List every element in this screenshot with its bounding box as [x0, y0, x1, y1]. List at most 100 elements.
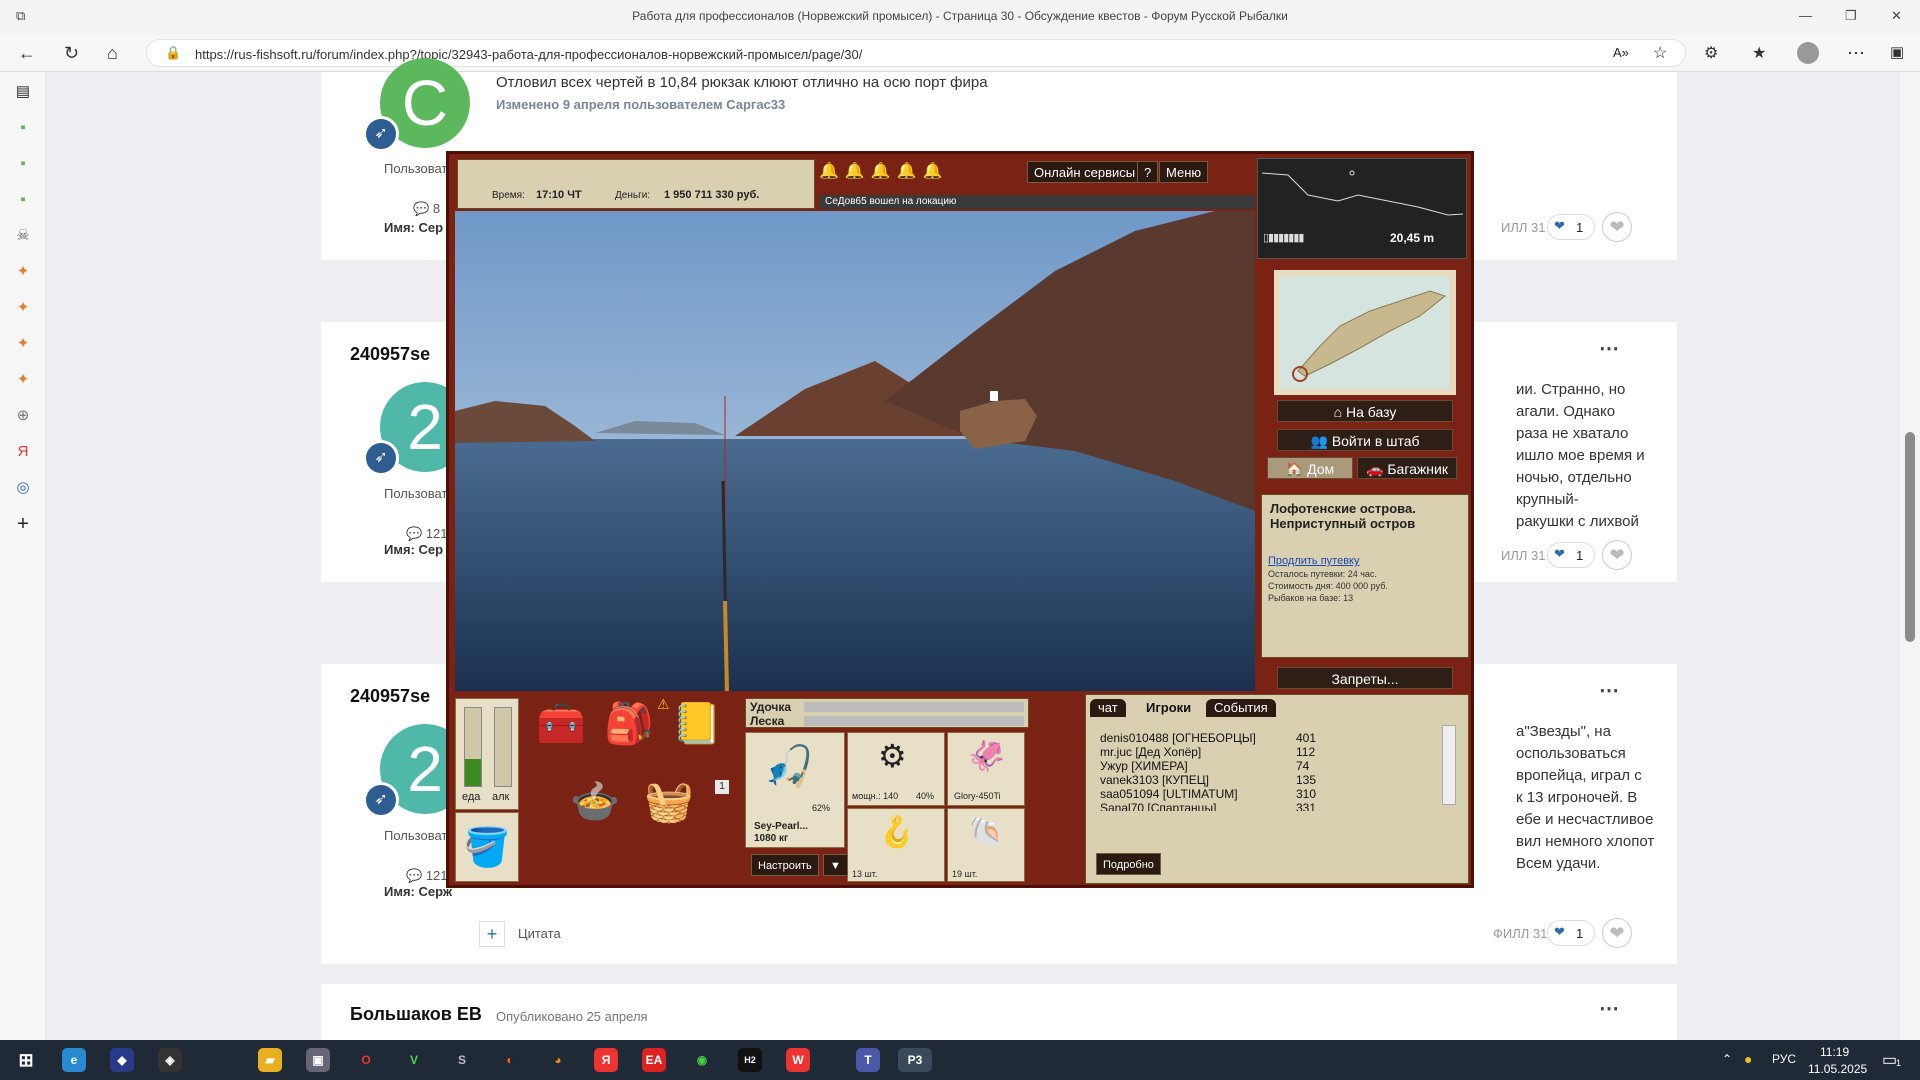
fish-icon-1[interactable]: ✦: [13, 262, 33, 282]
extensions-icon[interactable]: ⚙: [1704, 43, 1718, 63]
app-icon-8[interactable]: W: [786, 1048, 810, 1072]
app-icon-skull[interactable]: ☠: [13, 226, 33, 246]
tabs-icon[interactable]: ▤: [13, 82, 33, 102]
post-author[interactable]: 240957se: [350, 344, 430, 365]
setup-button[interactable]: Настроить: [751, 854, 819, 876]
post-options-icon[interactable]: ⋯: [1599, 678, 1619, 703]
app-icon-circle[interactable]: ⊕: [13, 406, 33, 426]
trunk-tab[interactable]: 🚗 Багажник: [1357, 457, 1457, 479]
home-icon[interactable]: ⌂: [107, 43, 118, 64]
ea-icon[interactable]: EA: [642, 1048, 666, 1072]
players-scrollbar[interactable]: [1442, 725, 1456, 805]
like-user[interactable]: ИЛЛ 31: [1501, 220, 1545, 235]
post-author[interactable]: Большаков ЕВ: [350, 1004, 482, 1025]
help-button[interactable]: ?: [1137, 161, 1159, 183]
fish-icon-4[interactable]: ✦: [13, 370, 33, 390]
opera-icon[interactable]: O: [354, 1048, 378, 1072]
like-button-icon[interactable]: ❤: [1602, 212, 1632, 242]
bucket-icon[interactable]: 🪣: [455, 812, 519, 882]
net-bag-icon[interactable]: 🧺: [639, 778, 699, 838]
pot-icon[interactable]: 🍲: [565, 778, 625, 838]
app-icon-4[interactable]: V: [402, 1048, 426, 1072]
like-user[interactable]: ИЛЛ 31: [1501, 548, 1545, 563]
shell-slot[interactable]: 🐚 19 шт.: [947, 808, 1025, 882]
app-icon-5[interactable]: ◐: [498, 1048, 522, 1072]
like-user[interactable]: ФИЛЛ 31: [1493, 926, 1547, 941]
rod-slot[interactable]: 🎣 62% Sey-Pearl... 1080 кг: [745, 732, 845, 848]
enter-hq-button[interactable]: 👥 Войти в штаб: [1277, 429, 1453, 451]
player-name[interactable]: saa051094 [ULTIMATUM]: [1100, 787, 1238, 801]
player-name[interactable]: Ужур [ХИМЕРА]: [1100, 759, 1188, 773]
details-button[interactable]: Подробно: [1096, 853, 1161, 875]
app-icon-1[interactable]: ◆: [110, 1048, 134, 1072]
tab-events[interactable]: События: [1206, 699, 1276, 717]
edge-icon[interactable]: e: [62, 1048, 86, 1072]
favorites-icon[interactable]: ★: [1752, 43, 1766, 63]
steam-icon[interactable]: S: [450, 1048, 474, 1072]
app-icon-7[interactable]: H2: [738, 1048, 762, 1072]
player-name[interactable]: denis010488 [ОГНЕБОРЦЫ]: [1100, 731, 1256, 745]
game-taskbar-icon[interactable]: Р3: [898, 1048, 932, 1072]
tray-app-icon[interactable]: ●: [1744, 1051, 1752, 1067]
likes-counter[interactable]: ❤ 1: [1547, 214, 1595, 240]
home-tab[interactable]: 🏠 Дом: [1267, 457, 1353, 479]
close-icon[interactable]: ✕: [1891, 8, 1902, 24]
app-icon-3[interactable]: ▣: [306, 1048, 330, 1072]
chrome-icon[interactable]: ◉: [690, 1048, 714, 1072]
back-icon[interactable]: ←: [18, 43, 36, 64]
yandex-icon[interactable]: Я: [13, 442, 33, 462]
bait-slot[interactable]: 🪝 13 шт.: [847, 808, 945, 882]
url-field[interactable]: 🔒 https://rus-fishsoft.ru/forum/index.ph…: [146, 39, 1686, 67]
online-services-button[interactable]: Онлайн сервисы: [1027, 161, 1143, 183]
fishing-scene[interactable]: [455, 211, 1255, 691]
lure-slot[interactable]: 🦑 Glory-450Ti: [947, 732, 1025, 806]
page-scrollbar[interactable]: [1900, 72, 1920, 1040]
dropdown-button[interactable]: ▼: [823, 854, 848, 876]
tab-players[interactable]: Игроки: [1138, 699, 1200, 717]
explorer-icon[interactable]: ▰: [258, 1048, 282, 1072]
post-options-icon[interactable]: ⋯: [1599, 336, 1619, 361]
add-icon[interactable]: +: [13, 514, 33, 534]
app-icon-green-1[interactable]: ▪: [13, 118, 33, 138]
to-base-button[interactable]: ⌂ На базу: [1277, 400, 1453, 422]
language-indicator[interactable]: РУС: [1772, 1052, 1796, 1066]
bans-button[interactable]: Запреты...: [1277, 667, 1453, 689]
multiquote-button[interactable]: +: [479, 921, 505, 947]
extend-pass-link[interactable]: Продлить путевку: [1268, 555, 1359, 567]
yandex-taskbar-icon[interactable]: Я: [594, 1048, 618, 1072]
bell-icons[interactable]: 🔔🔔🔔🔔🔔: [819, 161, 949, 181]
refresh-icon[interactable]: ↻: [64, 43, 79, 64]
notebook-icon[interactable]: 📒: [667, 700, 727, 760]
post-options-icon[interactable]: ⋯: [1599, 996, 1619, 1021]
like-button-icon[interactable]: ❤: [1602, 540, 1632, 570]
profile-avatar[interactable]: [1797, 42, 1819, 64]
app-icon-green-2[interactable]: ▪: [13, 154, 33, 174]
restore-icon[interactable]: ❐: [1845, 8, 1857, 24]
game-icon[interactable]: ◎: [13, 478, 33, 498]
like-button-icon[interactable]: ❤: [1602, 918, 1632, 948]
clock-date[interactable]: 11.05.2025: [1808, 1062, 1867, 1076]
post-author[interactable]: 240957se: [350, 686, 430, 707]
sidebar-toggle-icon[interactable]: ▣: [1890, 43, 1904, 61]
teams-icon[interactable]: T: [856, 1048, 880, 1072]
app-icon-6[interactable]: ◕: [546, 1048, 570, 1072]
player-name[interactable]: vanek3103 [КУПЕЦ]: [1100, 773, 1209, 787]
likes-counter[interactable]: ❤ 1: [1547, 920, 1595, 946]
tackle-box-icon[interactable]: 🧰: [531, 700, 591, 760]
backpack-icon[interactable]: 🎒: [599, 700, 659, 760]
app-icon-2[interactable]: ◈: [158, 1048, 182, 1072]
lock-icon[interactable]: 🔒: [165, 45, 181, 61]
tray-chevron-icon[interactable]: ⌃: [1722, 1052, 1732, 1066]
menu-button[interactable]: Меню: [1159, 161, 1209, 183]
app-icon-green-3[interactable]: ▪: [13, 190, 33, 210]
clock-time[interactable]: 11:19: [1820, 1045, 1849, 1059]
reel-slot[interactable]: ⚙ мощн.: 140 40%: [847, 732, 945, 806]
player-name[interactable]: mr.juc [Дед Хопёр]: [1100, 745, 1201, 759]
tab-chat[interactable]: чат: [1090, 699, 1126, 717]
location-map[interactable]: [1274, 270, 1456, 395]
likes-counter[interactable]: ❤ 1: [1547, 542, 1595, 568]
read-aloud-icon[interactable]: A»: [1613, 45, 1629, 60]
windows-start-icon[interactable]: ⊞: [14, 1048, 38, 1072]
fish-icon-3[interactable]: ✦: [13, 334, 33, 354]
scrollbar-thumb[interactable]: [1905, 432, 1915, 642]
